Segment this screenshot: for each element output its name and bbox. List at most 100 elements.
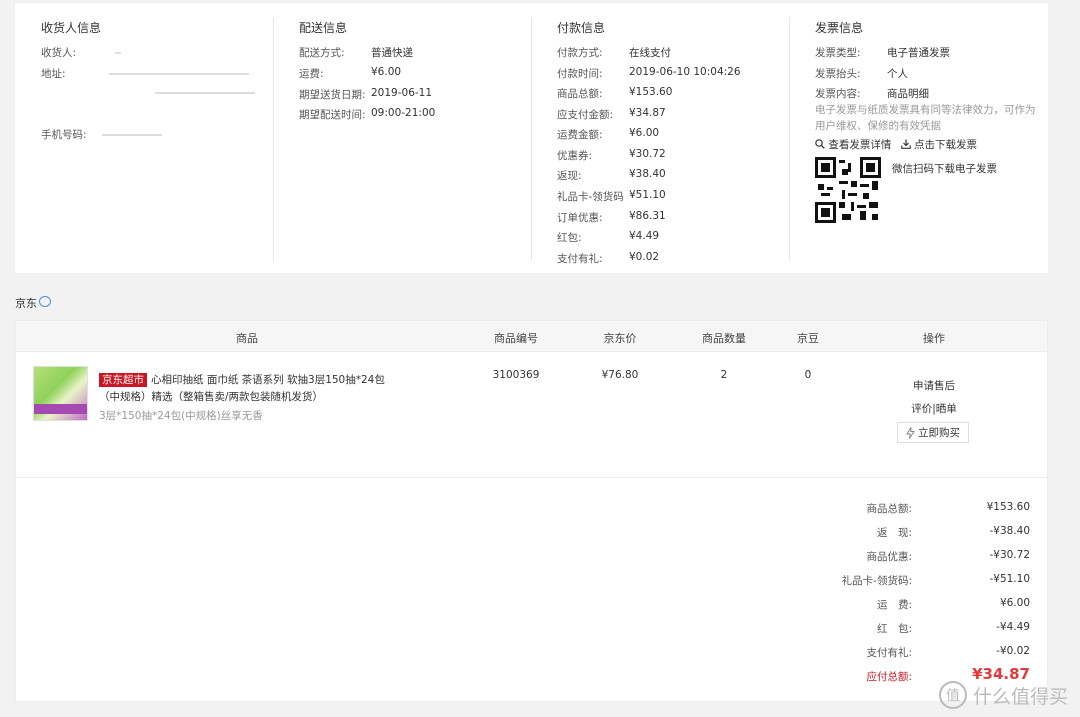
search-icon xyxy=(815,139,825,149)
payment-label: 商品总额: xyxy=(557,88,603,100)
payment-label: 优惠券: xyxy=(557,150,593,162)
payment-value: ¥38.40 xyxy=(629,168,666,180)
delivery-value: 09:00-21:00 xyxy=(371,107,436,119)
lightning-icon xyxy=(906,426,915,439)
consignee-phone-label: 手机号码: xyxy=(41,129,87,141)
invoice-value: 电子普通发票 xyxy=(887,47,950,59)
consignee-phone-row: 手机号码: xyxy=(41,127,162,142)
delivery-label: 运费: xyxy=(299,68,324,80)
payment-row: 支付有礼: ¥0.02 xyxy=(557,251,659,266)
invoice-download-link[interactable]: 点击下载发票 xyxy=(900,139,977,151)
download-icon xyxy=(900,139,911,149)
summary-value: -¥38.40 xyxy=(989,525,1030,537)
payment-row: 红包: ¥4.49 xyxy=(557,230,659,245)
payment-value: ¥51.10 xyxy=(629,189,666,201)
invoice-value: 个人 xyxy=(887,68,908,80)
payment-row: 订单优惠: ¥86.31 xyxy=(557,210,666,225)
review-link[interactable]: 评价|晒单 xyxy=(911,401,957,416)
watermark: 值 什么值得买 xyxy=(938,681,1068,709)
payment-row: 运费金额: ¥6.00 xyxy=(557,127,659,142)
delivery-row: 期望送货日期: 2019-06-11 xyxy=(299,87,432,102)
chat-icon[interactable] xyxy=(39,296,51,307)
payment-value: ¥34.87 xyxy=(629,107,666,119)
header-operations: 操作 xyxy=(923,332,945,345)
buy-again-button[interactable]: 立即购买 xyxy=(897,422,969,443)
payment-label: 运费金额: xyxy=(557,129,603,141)
invoice-actions: 查看发票详情 点击下载发票 xyxy=(815,137,977,152)
product-title-link[interactable]: 京东超市 心相印抽纸 面巾纸 茶语系列 软抽3层150抽*24包（中规格）精选（整… xyxy=(99,372,399,406)
order-items-panel: 商品 商品编号 京东价 商品数量 京豆 操作 京东超市 心相印抽纸 面巾纸 茶语系… xyxy=(15,320,1048,702)
header-beans: 京豆 xyxy=(797,332,819,345)
header-sku: 商品编号 xyxy=(494,332,538,345)
summary-row: 商品优惠: -¥30.72 xyxy=(16,549,1047,565)
payment-label: 礼品卡-领货码 xyxy=(557,191,624,203)
delivery-row: 运费: ¥6.00 xyxy=(299,66,401,81)
payment-label: 订单优惠: xyxy=(557,212,603,224)
shop-name[interactable]: 京东 xyxy=(15,295,37,311)
redacted-address-line1 xyxy=(108,73,249,75)
summary-value: ¥153.60 xyxy=(986,501,1030,513)
payment-row: 应支付金额: ¥34.87 xyxy=(557,107,666,122)
product-image[interactable] xyxy=(33,366,88,421)
qr-caption: 微信扫码下载电子发票 xyxy=(892,163,997,175)
summary-row: 红 包: -¥4.49 xyxy=(16,621,1047,637)
summary-row: 返 现: -¥38.40 xyxy=(16,525,1047,541)
payment-value: ¥86.31 xyxy=(629,210,666,222)
payment-row: 返现: ¥38.40 xyxy=(557,168,666,183)
invoice-view-link[interactable]: 查看发票详情 xyxy=(815,139,895,151)
payment-row: 付款方式: 在线支付 xyxy=(557,45,671,60)
delivery-label: 期望送货日期: xyxy=(299,89,366,101)
consignee-name-row: 收货人: xyxy=(41,45,122,60)
payment-label: 付款时间: xyxy=(557,68,603,80)
summary-value: -¥30.72 xyxy=(989,549,1030,561)
invoice-title: 发票信息 xyxy=(815,21,864,35)
summary-label: 商品总额: xyxy=(866,503,912,515)
invoice-row: 发票类型: 电子普通发票 xyxy=(815,45,950,60)
delivery-value: ¥6.00 xyxy=(371,66,402,78)
payment-label: 付款方式: xyxy=(557,47,603,59)
payment-label: 支付有礼: xyxy=(557,253,603,265)
consignee-title: 收货人信息 xyxy=(41,21,102,35)
invoice-section: 发票信息 发票类型: 电子普通发票 发票抬头: 个人 发票内容: 商品明细 电子发票与… xyxy=(789,3,1048,273)
order-info-panel: 收货人信息 收货人: 地址: 手机号码: 配送信息 配送方式: 普通快递 运费: ¥… xyxy=(15,3,1048,273)
header-quantity: 商品数量 xyxy=(702,332,746,345)
invoice-label: 发票内容: xyxy=(815,88,861,100)
product-spec: 3层*150抽*24包(中规格)丝享无香 xyxy=(99,410,263,422)
redacted-phone xyxy=(101,134,162,136)
consignee-address-row-2 xyxy=(155,87,255,99)
summary-label: 红 包: xyxy=(876,623,912,635)
consignee-address-label: 地址: xyxy=(41,68,66,80)
payment-value: ¥4.49 xyxy=(629,230,660,242)
redacted-name xyxy=(115,52,122,54)
payment-value: 2019-06-10 10:04:26 xyxy=(629,66,741,78)
delivery-title: 配送信息 xyxy=(299,21,348,35)
qr-code-icon xyxy=(815,157,881,223)
summary-label: 返 现: xyxy=(876,527,912,539)
summary-value: -¥51.10 xyxy=(989,573,1030,585)
product-beans: 0 xyxy=(804,369,812,381)
payment-title: 付款信息 xyxy=(557,21,606,35)
payment-value: ¥6.00 xyxy=(629,127,660,139)
watermark-text: 什么值得买 xyxy=(972,685,1068,708)
invoice-row: 发票内容: 商品明细 xyxy=(815,86,929,101)
summary-row: 运 费: ¥6.00 xyxy=(16,597,1047,613)
summary-total-row: 应付总额: ¥34.87 xyxy=(16,665,1047,685)
product-price: ¥76.80 xyxy=(601,369,639,381)
summary-row: 商品总额: ¥153.60 xyxy=(16,501,1047,517)
invoice-qr-code xyxy=(815,157,881,223)
product-quantity: 2 xyxy=(720,369,728,381)
summary-value: ¥6.00 xyxy=(999,597,1030,609)
summary-value: -¥4.49 xyxy=(996,621,1030,633)
delivery-row: 期望配送时间: 09:00-21:00 xyxy=(299,107,435,122)
payment-value: ¥153.60 xyxy=(629,86,673,98)
summary-label: 礼品卡-领货码: xyxy=(841,575,912,587)
product-image-band xyxy=(34,404,87,414)
delivery-label: 期望配送时间: xyxy=(299,109,366,121)
payment-row: 礼品卡-领货码 ¥51.10 xyxy=(557,189,666,204)
payment-value: 在线支付 xyxy=(629,47,671,59)
invoice-row: 发票抬头: 个人 xyxy=(815,66,908,81)
jd-supermarket-tag: 京东超市 xyxy=(99,373,147,387)
table-divider xyxy=(16,477,1047,478)
after-sale-link[interactable]: 申请售后 xyxy=(913,378,955,393)
summary-label: 支付有礼: xyxy=(866,647,912,659)
